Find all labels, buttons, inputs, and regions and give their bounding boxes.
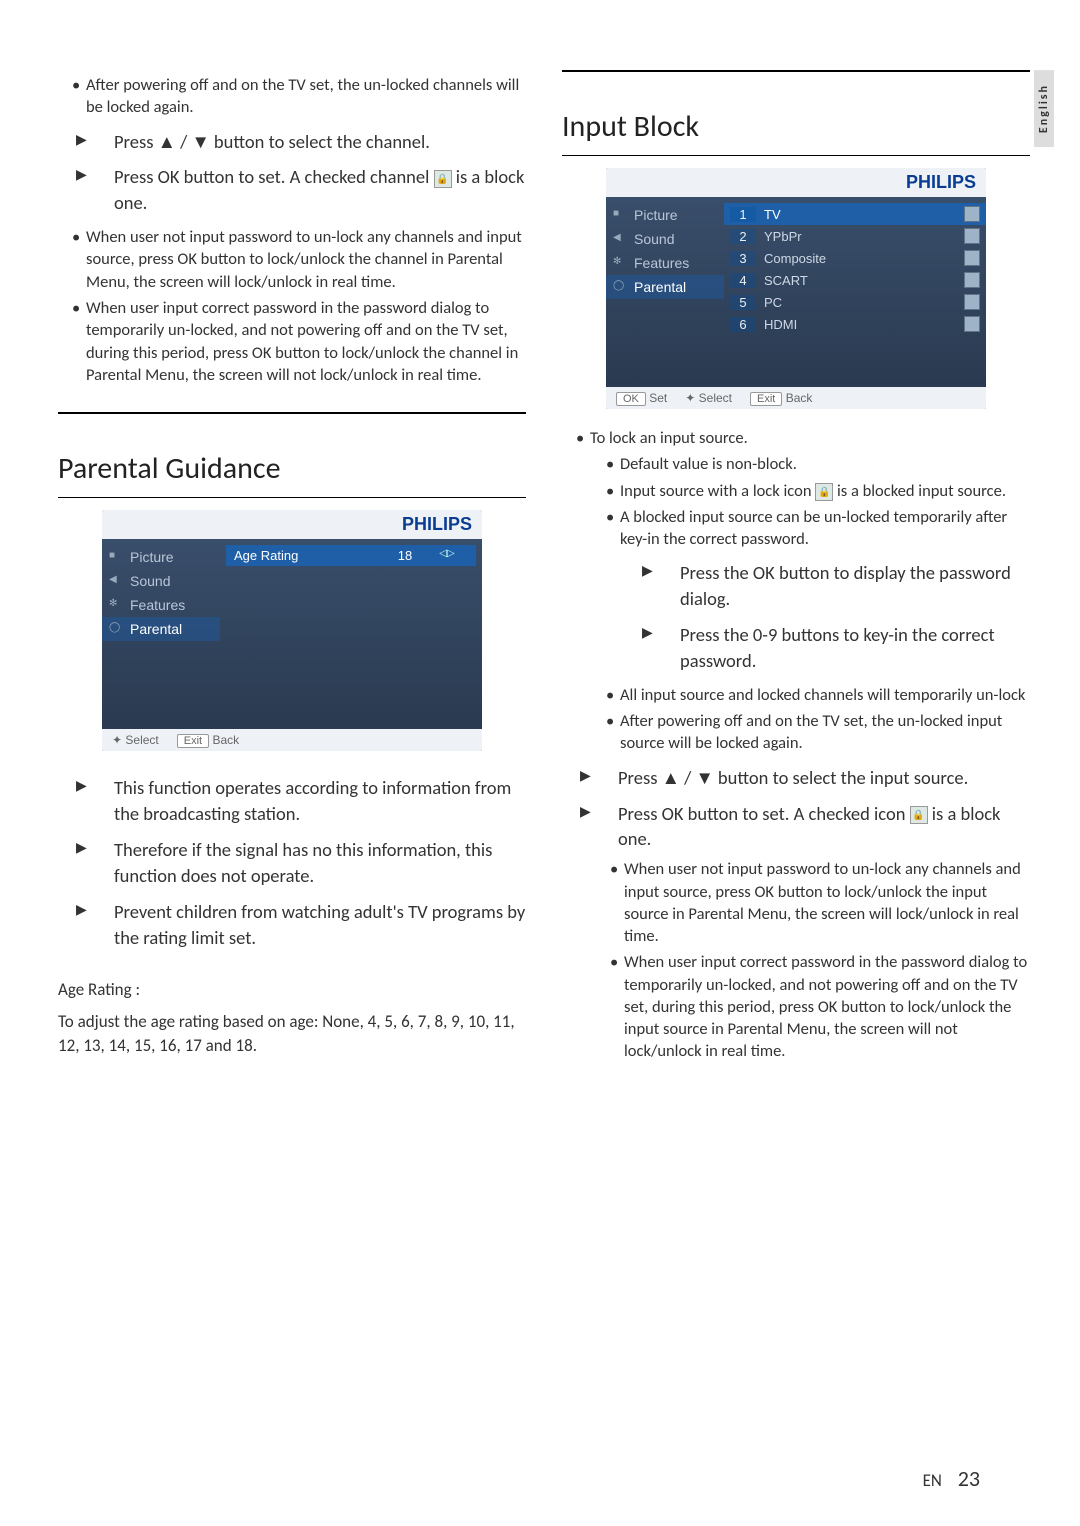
sound-icon: ◀ <box>613 232 625 244</box>
tv-input-row: 5PC <box>724 291 986 313</box>
arrow-press-ok-channel: Press OK button to set. A checked channe… <box>76 164 526 216</box>
tv-nav-features: ✻Features <box>102 593 220 617</box>
checkbox-icon <box>964 272 980 288</box>
note-realtime-input-1: When user not input password to un-lock … <box>610 858 1030 947</box>
arrow-press-ok-text-a: Press OK button to set. A checked channe… <box>114 165 434 188</box>
language-side-tab: English <box>1034 70 1054 147</box>
tv-input-row: 3Composite <box>724 247 986 269</box>
checkbox-icon <box>964 206 980 222</box>
lock-icon <box>434 170 452 188</box>
pg-arrow-info: This function operates according to info… <box>76 775 526 827</box>
parental-icon: ◯ <box>613 280 625 292</box>
checkbox-icon <box>964 316 980 332</box>
picture-icon: ■ <box>613 208 625 220</box>
intro-bullet: After powering off and on the TV set, th… <box>72 74 526 119</box>
tv-input-row: 6HDMI <box>724 313 986 335</box>
pg-arrow-no-signal: Therefore if the signal has no this info… <box>76 837 526 889</box>
sound-icon: ◀ <box>109 574 121 586</box>
tv-nav-picture: ■Picture <box>102 545 220 569</box>
page-content: After powering off and on the TV set, th… <box>0 0 1080 1113</box>
tv-nav-sound: ◀Sound <box>606 227 724 251</box>
all-unlock: All input source and locked channels wil… <box>606 684 1030 706</box>
arrow-press-ok-input: Press OK button to set. A checked icon i… <box>580 801 1030 1063</box>
footer-page-number: 23 <box>958 1465 980 1492</box>
features-icon: ✻ <box>613 256 625 268</box>
parental-icon: ◯ <box>109 622 121 634</box>
tv-input-row: 4SCART <box>724 269 986 291</box>
tv-footer: ✦ Select Exit Back <box>102 729 482 751</box>
lock-icon <box>815 483 833 501</box>
section-rule <box>562 70 1030 72</box>
checkbox-icon <box>964 294 980 310</box>
tv-menu-parental: PHILIPS ■Picture ◀Sound ✻Features ◯Paren… <box>102 510 482 751</box>
tv-menu-input-block: PHILIPS ■Picture ◀Sound ✻Features ◯Paren… <box>606 168 986 409</box>
tv-nav-parental: ◯Parental <box>102 617 220 641</box>
tv-nav: ■Picture ◀Sound ✻Features ◯Parental <box>606 197 724 387</box>
tv-nav: ■Picture ◀Sound ✻Features ◯Parental <box>102 539 220 729</box>
section-parental-guidance-title: Parental Guidance <box>58 440 526 487</box>
tv-input-row: 2YPbPr <box>724 225 986 247</box>
page-footer: EN 23 <box>923 1465 980 1492</box>
note-realtime-2: When user input correct password in the … <box>72 297 526 386</box>
arrow-select-input: Press ▲ / ▼ button to select the input s… <box>580 765 1030 791</box>
checkbox-icon <box>964 250 980 266</box>
default-nonblock: Default value is non-block. <box>606 453 1030 475</box>
age-rating-arrows: ◁▷ <box>426 548 468 563</box>
picture-icon: ■ <box>109 550 121 562</box>
tv-footer: OK Set ✦ Select Exit Back <box>606 387 986 409</box>
lock-icon <box>910 806 928 824</box>
right-column: Input Block PHILIPS ■Picture ◀Sound ✻Fea… <box>562 70 1030 1073</box>
arrow-select-channel: Press ▲ / ▼ button to select the channel… <box>76 129 526 155</box>
age-rating-value: 18 <box>384 548 426 563</box>
lock-input-bullet: To lock an input source. Default value i… <box>576 427 1030 755</box>
left-column: After powering off and on the TV set, th… <box>58 70 526 1073</box>
blocked-unlock-desc: A blocked input source can be un-locked … <box>606 506 1030 551</box>
age-rating-heading: Age Rating : <box>58 978 526 1002</box>
note-realtime-input-2: When user input correct password in the … <box>610 951 1030 1062</box>
arrow-press-digits: Press the 0-9 buttons to key-in the corr… <box>642 622 1030 674</box>
tv-nav-picture: ■Picture <box>606 203 724 227</box>
tv-nav-parental: ◯Parental <box>606 275 724 299</box>
features-icon: ✻ <box>109 598 121 610</box>
tv-brand: PHILIPS <box>606 168 986 197</box>
tv-nav-sound: ◀Sound <box>102 569 220 593</box>
checkbox-icon <box>964 228 980 244</box>
pg-arrow-prevent: Prevent children from watching adult's T… <box>76 899 526 951</box>
age-rating-row: Age Rating 18 ◁▷ <box>226 545 476 566</box>
tv-input-row: 1TV <box>724 203 986 225</box>
tv-nav-features: ✻Features <box>606 251 724 275</box>
age-rating-desc: To adjust the age rating based on age: N… <box>58 1010 526 1058</box>
section-rule <box>58 412 526 414</box>
arrow-press-ok-dialog: Press the OK button to display the passw… <box>642 560 1030 612</box>
relock-after-power: After powering off and on the TV set, th… <box>606 710 1030 755</box>
tv-brand: PHILIPS <box>102 510 482 539</box>
lock-icon-desc: Input source with a lock icon is a block… <box>606 480 1030 502</box>
age-rating-label: Age Rating <box>234 548 384 563</box>
section-input-block-title: Input Block <box>562 98 1030 145</box>
note-realtime-1: When user not input password to un-lock … <box>72 226 526 293</box>
footer-lang: EN <box>923 1470 942 1491</box>
